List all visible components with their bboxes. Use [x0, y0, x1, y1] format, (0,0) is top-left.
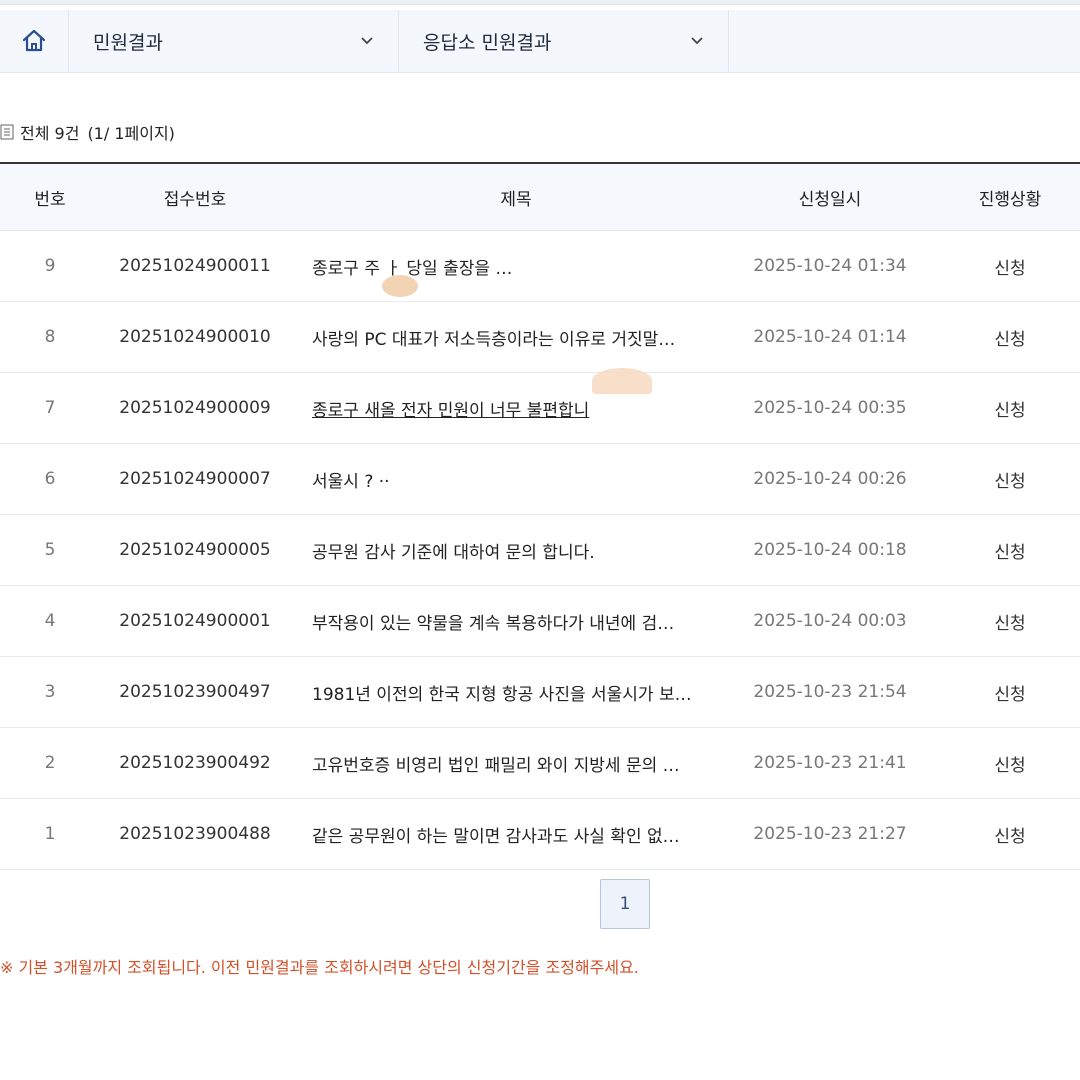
location-nav: 민원결과 응답소 민원결과 [0, 10, 1080, 73]
table-row: 7 20251024900009 종로구 새올 전자 민원이 너무 불편합니 2… [0, 372, 1080, 444]
row-receipt: 20251024900007 [100, 443, 290, 515]
header-status: 진행상황 [940, 162, 1080, 231]
row-date: 2025-10-23 21:41 [720, 727, 940, 799]
row-title-cell[interactable]: 사랑의 PC 대표가 저소득층이라는 이유로 거짓말… [290, 301, 720, 373]
document-icon [0, 124, 14, 140]
row-receipt: 20251023900488 [100, 798, 290, 870]
table-row: 8 20251024900010 사랑의 PC 대표가 저소득층이라는 이유로 … [0, 301, 1080, 373]
home-icon [22, 29, 46, 52]
header-date: 신청일시 [720, 162, 940, 231]
row-receipt: 20251024900011 [100, 230, 290, 302]
row-num: 9 [0, 230, 100, 302]
row-date: 2025-10-24 01:14 [720, 301, 940, 373]
menu-dropdown-label: 민원결과 [93, 31, 163, 54]
redaction-smudge [592, 368, 652, 394]
row-title-link[interactable]: 같은 공무원이 하는 말이면 감사과도 사실 확인 없… [312, 822, 712, 847]
row-title-cell[interactable]: 서울시 ? ·· [290, 443, 720, 515]
row-title-cell[interactable]: 종로구 주 ㅏ 당일 출장을 … [290, 230, 720, 302]
menu-dropdown[interactable]: 민원결과 [69, 10, 399, 72]
row-receipt: 20251023900497 [100, 656, 290, 728]
row-status: 신청 [940, 585, 1080, 657]
table-row: 3 20251023900497 1981년 이전의 한국 지형 항공 사진을 … [0, 656, 1080, 728]
row-date: 2025-10-23 21:54 [720, 656, 940, 728]
row-date: 2025-10-23 21:27 [720, 798, 940, 870]
row-status: 신청 [940, 230, 1080, 302]
submenu-dropdown-label: 응답소 민원결과 [423, 31, 552, 54]
row-title-cell[interactable]: 같은 공무원이 하는 말이면 감사과도 사실 확인 없… [290, 798, 720, 870]
row-status: 신청 [940, 798, 1080, 870]
result-summary: 전체 9건 (1/ 1페이지) [0, 120, 175, 144]
row-status: 신청 [940, 301, 1080, 373]
row-title-link[interactable]: 공무원 감사 기준에 대하여 문의 합니다. [312, 538, 712, 563]
row-num: 7 [0, 372, 100, 444]
row-title-cell[interactable]: 고유번호증 비영리 법인 패밀리 와이 지방세 문의 … [290, 727, 720, 799]
row-title-link[interactable]: 서울시 ? ·· [312, 467, 712, 492]
row-status: 신청 [940, 443, 1080, 515]
table-row: 4 20251024900001 부작용이 있는 약물을 계속 복용하다가 내년… [0, 585, 1080, 657]
row-title-cell[interactable]: 부작용이 있는 약물을 계속 복용하다가 내년에 검… [290, 585, 720, 657]
row-status: 신청 [940, 656, 1080, 728]
table-row: 9 20251024900011 종로구 주 ㅏ 당일 출장을 … 2025-1… [0, 230, 1080, 302]
row-num: 1 [0, 798, 100, 870]
row-receipt: 20251023900492 [100, 727, 290, 799]
row-num: 5 [0, 514, 100, 586]
chevron-down-icon [691, 37, 703, 45]
chevron-down-icon [361, 37, 373, 45]
table-row: 1 20251023900488 같은 공무원이 하는 말이면 감사과도 사실 … [0, 798, 1080, 870]
total-count: 전체 9건 [20, 124, 80, 143]
row-date: 2025-10-24 01:34 [720, 230, 940, 302]
row-receipt: 20251024900005 [100, 514, 290, 586]
row-title-link[interactable]: 종로구 주 ㅏ 당일 출장을 … [312, 254, 712, 279]
row-status: 신청 [940, 514, 1080, 586]
nav-filler [729, 10, 1080, 72]
redaction-smudge [382, 275, 418, 297]
row-title-cell[interactable]: 1981년 이전의 한국 지형 항공 사진을 서울시가 보… [290, 656, 720, 728]
row-title-link[interactable]: 1981년 이전의 한국 지형 항공 사진을 서울시가 보… [312, 680, 712, 705]
notice-text: ※ 기본 3개월까지 조회됩니다. 이전 민원결과를 조회하시려면 상단의 신청… [0, 958, 639, 977]
page-button-1[interactable]: 1 [600, 879, 650, 929]
row-date: 2025-10-24 00:35 [720, 372, 940, 444]
header-num: 번호 [0, 162, 100, 231]
page-info: (1/ 1페이지) [87, 124, 175, 143]
header-title: 제목 [290, 162, 720, 231]
row-title-cell[interactable]: 종로구 새올 전자 민원이 너무 불편합니 [290, 372, 720, 444]
row-status: 신청 [940, 372, 1080, 444]
table-row: 5 20251024900005 공무원 감사 기준에 대하여 문의 합니다. … [0, 514, 1080, 586]
row-num: 2 [0, 727, 100, 799]
row-status: 신청 [940, 727, 1080, 799]
row-receipt: 20251024900001 [100, 585, 290, 657]
header-receipt: 접수번호 [100, 162, 290, 231]
complaint-table: 번호 접수번호 제목 신청일시 진행상황 9 20251024900011 종로… [0, 162, 1080, 870]
row-title-cell[interactable]: 공무원 감사 기준에 대하여 문의 합니다. [290, 514, 720, 586]
row-title-link[interactable]: 종로구 새올 전자 민원이 너무 불편합니 [312, 396, 712, 421]
row-title-link[interactable]: 고유번호증 비영리 법인 패밀리 와이 지방세 문의 … [312, 751, 712, 776]
row-date: 2025-10-24 00:26 [720, 443, 940, 515]
row-receipt: 20251024900009 [100, 372, 290, 444]
home-button[interactable] [0, 10, 69, 72]
table-header-row: 번호 접수번호 제목 신청일시 진행상황 [0, 162, 1080, 231]
row-num: 6 [0, 443, 100, 515]
row-date: 2025-10-24 00:03 [720, 585, 940, 657]
table-row: 6 20251024900007 서울시 ? ·· 2025-10-24 00:… [0, 443, 1080, 515]
row-date: 2025-10-24 00:18 [720, 514, 940, 586]
top-divider [0, 0, 1080, 5]
row-title-link[interactable]: 부작용이 있는 약물을 계속 복용하다가 내년에 검… [312, 609, 712, 634]
row-title-link[interactable]: 사랑의 PC 대표가 저소득층이라는 이유로 거짓말… [312, 325, 712, 350]
row-num: 4 [0, 585, 100, 657]
row-num: 8 [0, 301, 100, 373]
submenu-dropdown[interactable]: 응답소 민원결과 [399, 10, 729, 72]
row-receipt: 20251024900010 [100, 301, 290, 373]
row-num: 3 [0, 656, 100, 728]
table-row: 2 20251023900492 고유번호증 비영리 법인 패밀리 와이 지방세… [0, 727, 1080, 799]
